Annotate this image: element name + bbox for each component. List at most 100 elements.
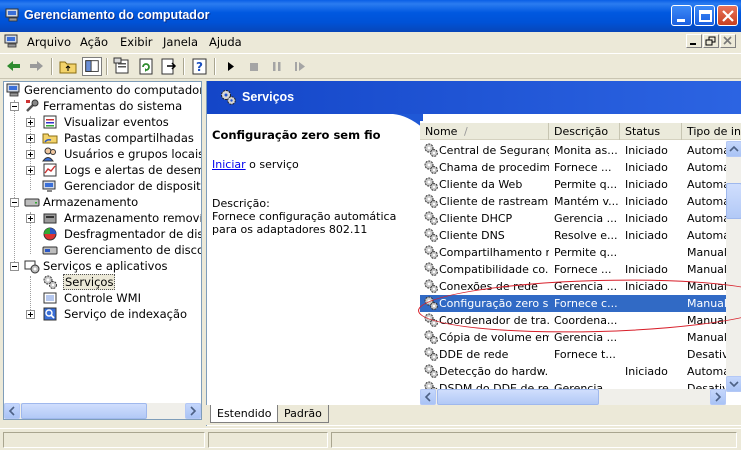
up-folder-icon[interactable] (58, 57, 78, 76)
indexing-service-icon (43, 307, 57, 321)
show-hide-tree-icon[interactable] (82, 57, 102, 76)
table-cell: Iniciado (625, 263, 668, 276)
stop-icon[interactable] (244, 57, 264, 76)
table-row[interactable]: Cliente DHCP Gerencia ... Iniciado Automáti… (420, 210, 726, 227)
table-row[interactable]: Chama de procedim... Fornece ... Iniciado A… (420, 159, 726, 176)
minimize-button[interactable] (671, 5, 692, 26)
table-row[interactable]: Cliente da Web Permite q... Iniciado Automá… (420, 176, 726, 193)
table-cell: Iniciado (625, 212, 668, 225)
table-row[interactable]: DDE de rede Fornece t... Desativado (420, 346, 726, 363)
table-row[interactable]: Detecção do hardw... Iniciado Automático (420, 363, 726, 380)
column-header-nome[interactable]: Nome / (420, 123, 549, 140)
mdi-system-menu-icon[interactable] (4, 34, 20, 49)
back-arrow-icon[interactable] (4, 57, 24, 76)
forward-arrow-icon[interactable] (26, 57, 46, 76)
scroll-down-button[interactable] (726, 376, 741, 392)
table-row[interactable]: Compartilhamento r... Permite q... Manual (420, 244, 726, 261)
mdi-restore-button[interactable] (703, 34, 719, 48)
maximize-icon (699, 10, 712, 22)
scroll-left-button[interactable] (420, 389, 436, 405)
column-header-tipo[interactable]: Tipo de inicialização (682, 123, 741, 140)
tab-estendido[interactable]: Estendido (210, 405, 279, 423)
table-row[interactable]: Cliente DNS Resolve e... Iniciado Automátic… (420, 227, 726, 244)
help-icon[interactable]: ? (190, 57, 210, 76)
collapse-toggle[interactable] (10, 198, 19, 207)
minimize-icon (677, 19, 685, 22)
expand-toggle[interactable] (26, 214, 35, 223)
table-row[interactable]: Conexões de rede Gerencia ... Iniciado Manu… (420, 278, 726, 295)
view-tabs: Estendido Padrão (206, 405, 741, 425)
expand-toggle[interactable] (26, 134, 35, 143)
chevron-down-icon (729, 381, 739, 388)
service-gear-icon (424, 347, 438, 361)
maximize-button[interactable] (694, 5, 715, 26)
expand-toggle[interactable] (26, 166, 35, 175)
restore-icon (705, 36, 716, 46)
start-service-link[interactable]: Iniciar (212, 158, 246, 171)
table-cell: DDE de rede (439, 348, 509, 361)
list-vertical-scrollbar[interactable] (726, 141, 741, 392)
description-text: Fornece configuração automática para os … (212, 210, 397, 236)
table-cell: Cliente DNS (439, 229, 505, 242)
table-cell: Permite q... (554, 246, 618, 259)
restart-icon[interactable] (290, 57, 310, 76)
export-list-icon[interactable] (159, 57, 179, 76)
collapse-toggle[interactable] (10, 262, 19, 271)
tree-label: Serviço de indexação (64, 307, 188, 321)
table-row[interactable]: Cliente de rastream... Mantém v... Iniciad… (420, 193, 726, 210)
table-cell: Manual (687, 263, 726, 276)
menu-acao[interactable]: Ação (80, 35, 108, 49)
tree-label: Armazenamento (43, 195, 139, 209)
play-icon[interactable] (221, 57, 241, 76)
scroll-right-button[interactable] (710, 389, 726, 405)
table-cell: Monita as... (554, 144, 618, 157)
menu-janela[interactable]: Janela (163, 35, 198, 49)
tab-padrao[interactable]: Padrão (278, 405, 329, 423)
collapse-toggle[interactable] (10, 102, 19, 111)
table-row[interactable]: Configuração zero s... Fornece c... Manual (420, 295, 726, 312)
pause-icon[interactable] (267, 57, 287, 76)
expand-toggle[interactable] (26, 150, 35, 159)
scroll-thumb[interactable] (726, 183, 741, 219)
column-header-status[interactable]: Status (620, 123, 682, 140)
table-cell: Fornece t... (554, 348, 616, 361)
expand-toggle[interactable] (26, 118, 35, 127)
column-header-descricao[interactable]: Descrição (549, 123, 620, 140)
table-row[interactable]: Cópia de volume em... Gerencia ... Manual (420, 329, 726, 346)
scroll-left-button[interactable] (4, 403, 20, 419)
minimize-icon (690, 43, 696, 45)
tree-label: Gerenciador de dispositivos (64, 179, 201, 193)
mdi-close-button[interactable] (720, 34, 736, 48)
menu-ajuda[interactable]: Ajuda (209, 35, 242, 49)
column-label: Status (625, 125, 661, 138)
scroll-right-button[interactable] (185, 403, 201, 419)
mdi-minimize-button[interactable] (686, 34, 702, 48)
scroll-thumb[interactable] (437, 389, 599, 405)
table-cell: Compatibilidade co... (439, 263, 549, 276)
properties-icon[interactable] (112, 57, 132, 76)
details-area: Serviços Configuração zero sem fio Inici… (206, 81, 741, 426)
chevron-left-icon (8, 406, 15, 416)
close-button[interactable] (717, 5, 738, 26)
tree-label: Ferramentas do sistema (43, 99, 183, 113)
menu-exibir[interactable]: Exibir (120, 35, 153, 49)
scroll-up-button[interactable] (726, 141, 741, 157)
scroll-thumb[interactable] (21, 403, 147, 419)
list-horizontal-scrollbar[interactable] (420, 389, 726, 405)
table-cell: Conexões de rede (439, 280, 538, 293)
table-cell: Automático (687, 161, 726, 174)
table-row[interactable]: Central de Segurança Monita as... Iniciado… (420, 142, 726, 159)
table-cell: Automático (687, 178, 726, 191)
tree-label: Logs e alertas de desempenho (64, 163, 202, 177)
tree-horizontal-scrollbar[interactable] (4, 403, 201, 419)
refresh-icon[interactable] (136, 57, 156, 76)
tree-label: Armazenamento removível (64, 211, 202, 225)
expand-toggle[interactable] (26, 310, 35, 319)
tree-label: Gerenciamento de disco (64, 243, 202, 257)
table-cell: Fornece c... (554, 297, 618, 310)
tree-label: Controle WMI (64, 291, 141, 305)
table-row[interactable]: Compatibilidade co... Fornece ... Iniciado… (420, 261, 726, 278)
table-row[interactable]: Coordenador de tra... Coordena... Manual (420, 312, 726, 329)
list-header: Nome / Descrição Status Tipo de inicializ… (420, 123, 741, 140)
menu-arquivo[interactable]: Arquivo (27, 35, 71, 49)
